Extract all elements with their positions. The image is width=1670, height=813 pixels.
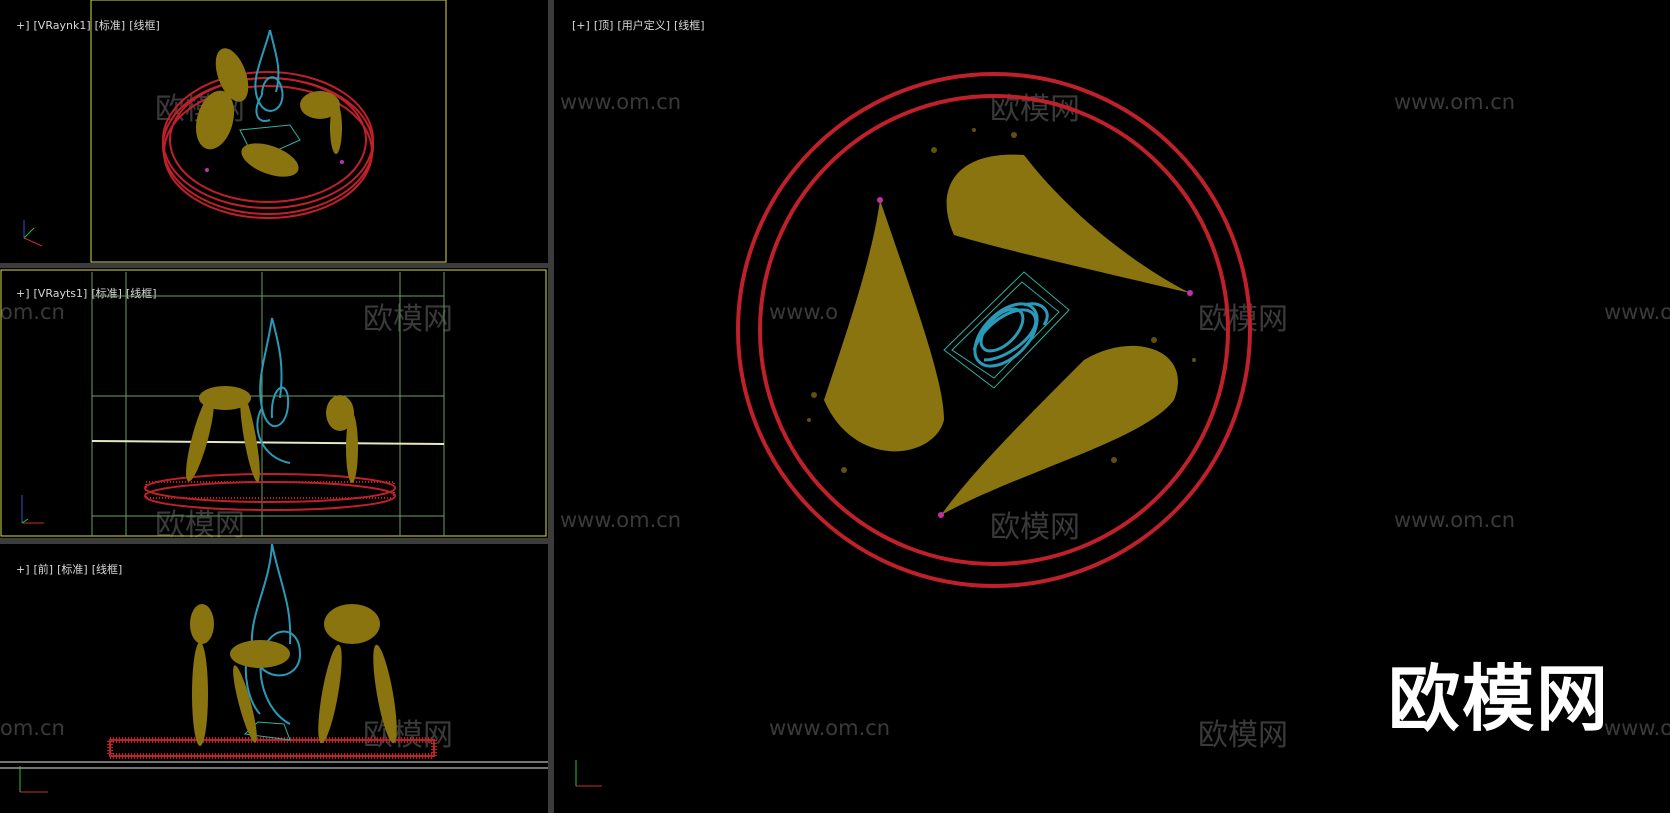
particle-plumes: [195, 48, 342, 177]
fountain-ring: [736, 72, 1252, 588]
front-axis-icon: [19, 766, 48, 793]
emitter-point: [1187, 290, 1193, 296]
sculpture: [254, 29, 284, 122]
particle-plumes: [190, 604, 397, 746]
top-axis-icon: [575, 760, 602, 787]
particle-plumes: [824, 154, 1190, 515]
sculpture: [244, 544, 302, 725]
base-bbox: [943, 271, 1070, 389]
viewport-camera1[interactable]: +][VRaynk1][标准][线框] 欧模网: [0, 0, 548, 263]
safe-frame: [90, 0, 447, 263]
viewport-camera2[interactable]: +] [VRayts1] [标准] [线框] om.cn 欧模网 欧模网: [0, 268, 548, 538]
emitter-point: [877, 197, 883, 203]
emitter-point: [938, 512, 944, 518]
camera2-scene: [0, 269, 547, 537]
fountain-base: [107, 737, 437, 759]
front-scene: [0, 544, 548, 769]
logo: 欧模网: [1387, 657, 1610, 741]
camera1-axis-icon: [23, 220, 43, 247]
camera1-scene: [90, 0, 447, 263]
particle-plumes: [186, 386, 358, 483]
camera2-axis-icon: [21, 495, 44, 524]
viewport-front[interactable]: +] [前] [标准] [线框] om.cn 欧模网: [0, 544, 548, 813]
fountain-ring: [144, 473, 396, 511]
